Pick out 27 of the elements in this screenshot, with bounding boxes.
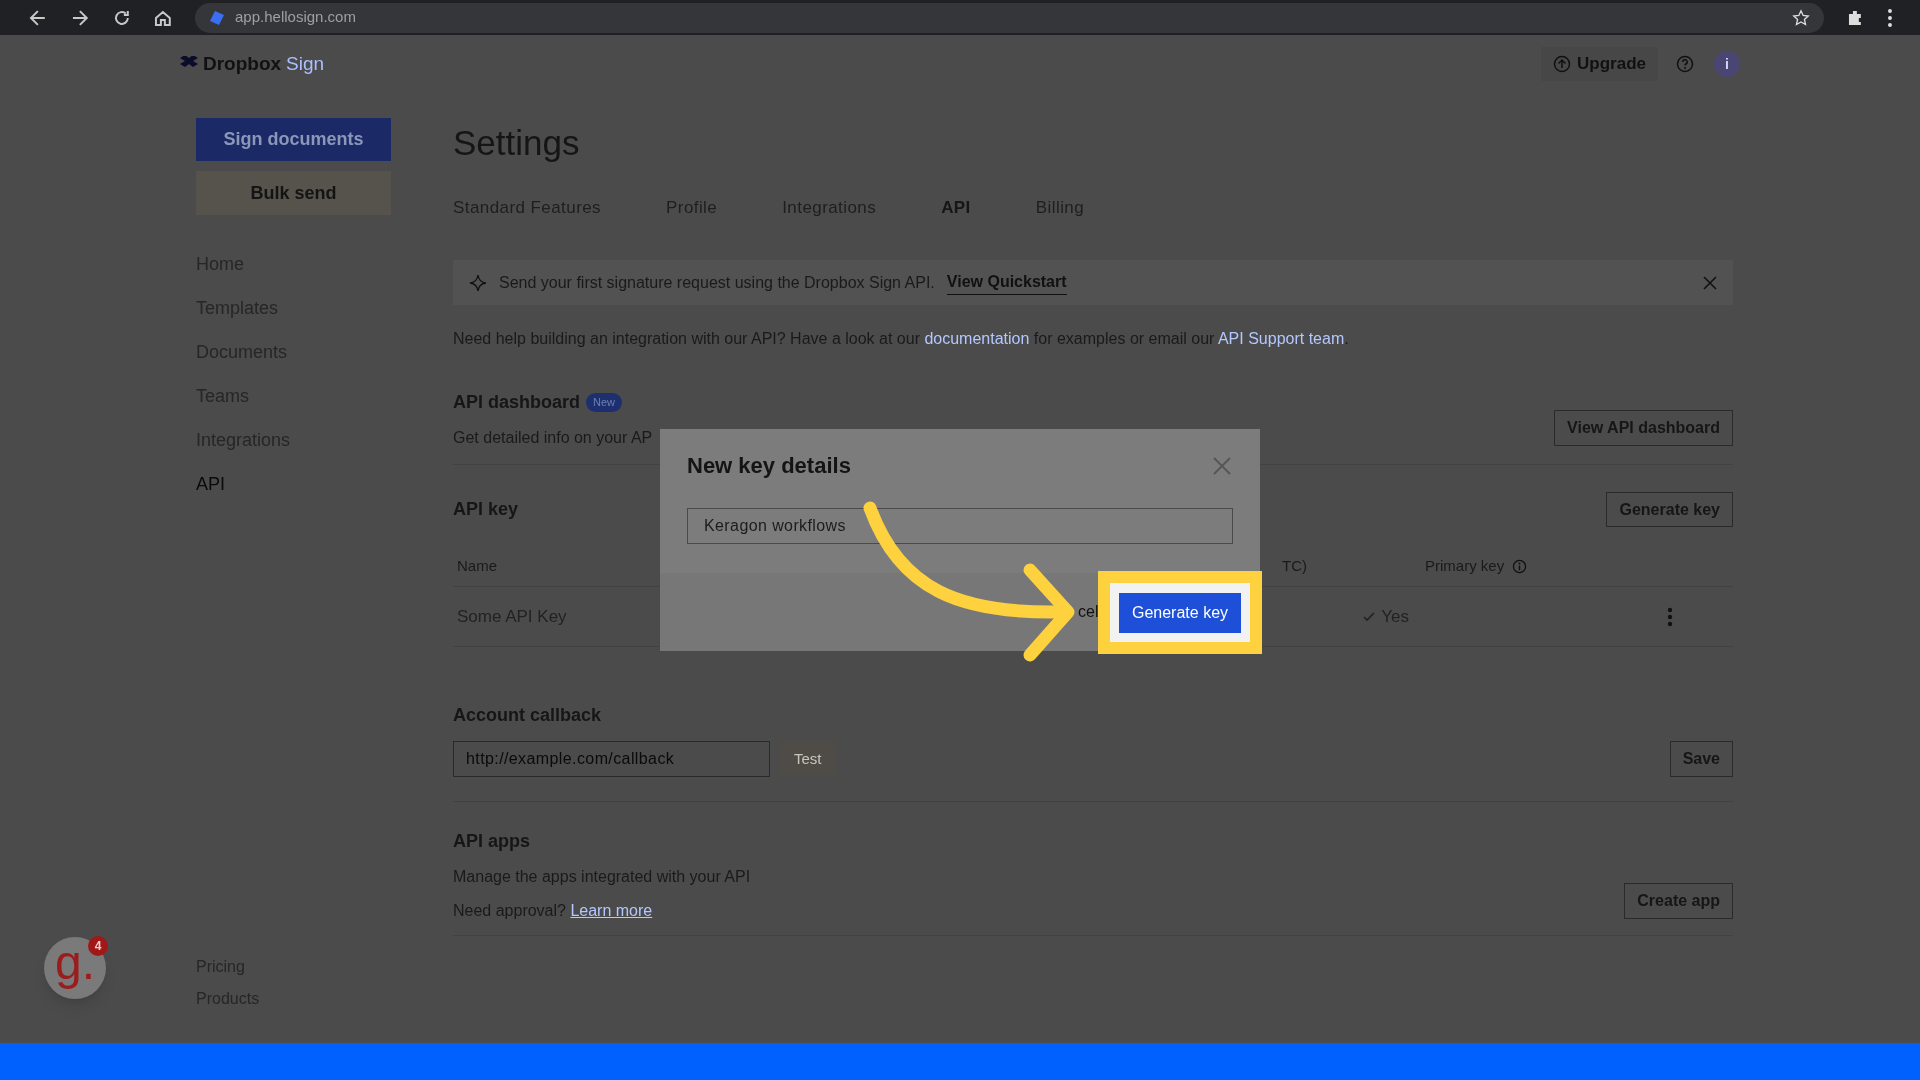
sparkle-icon bbox=[469, 273, 487, 292]
quickstart-link[interactable]: View Quickstart bbox=[946, 270, 1067, 295]
url-text: app.hellosign.com bbox=[235, 7, 356, 28]
banner-text: Send your first signature request using the Dropbox Sign API. bbox=[499, 272, 935, 293]
help-link[interactable]: API Support team bbox=[1217, 330, 1345, 347]
cancel-button[interactable]: cel bbox=[1078, 600, 1099, 624]
sign-documents-button[interactable]: Sign documents bbox=[196, 118, 391, 161]
sidebar-item[interactable]: API bbox=[196, 471, 390, 515]
notification-badge: 4 bbox=[88, 936, 108, 956]
check-icon bbox=[1363, 610, 1376, 623]
close-icon[interactable] bbox=[1703, 275, 1717, 290]
generate-key-button[interactable]: Generate key bbox=[1119, 592, 1241, 633]
site-icon bbox=[209, 9, 225, 26]
star-icon[interactable] bbox=[1792, 8, 1811, 27]
upgrade-icon bbox=[1553, 55, 1572, 73]
modal-title: New key details bbox=[687, 452, 851, 480]
callback-url-field[interactable]: http://example.com/callback bbox=[453, 741, 770, 777]
address-bar[interactable]: app.hellosign.com bbox=[195, 2, 1825, 33]
learn-more-link[interactable]: Learn more bbox=[570, 902, 653, 919]
help-link[interactable]: documentation bbox=[924, 330, 1030, 347]
menu-icon[interactable] bbox=[1888, 8, 1893, 27]
bulk-send-button[interactable]: Bulk send bbox=[196, 171, 391, 215]
key-name-field[interactable]: Keragon workflows bbox=[687, 508, 1233, 544]
test-button[interactable]: Test bbox=[780, 742, 836, 776]
user-avatar[interactable]: i bbox=[1714, 51, 1740, 77]
new-badge: New bbox=[586, 393, 623, 412]
brand-logo[interactable]: Dropbox Sign bbox=[180, 49, 325, 79]
